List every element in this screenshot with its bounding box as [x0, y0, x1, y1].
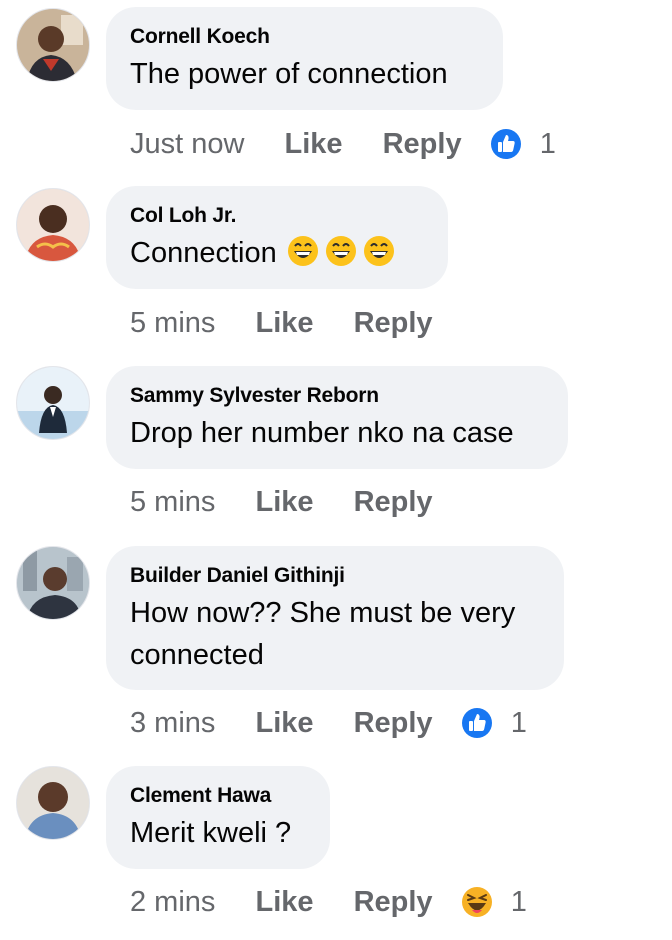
comment-text: The power of connection [130, 58, 448, 90]
comment-author[interactable]: Clement Hawa [130, 783, 306, 809]
comment-author[interactable]: Builder Daniel Githinji [130, 563, 540, 589]
like-button[interactable]: Like [255, 305, 313, 341]
avatar[interactable] [16, 188, 90, 262]
reaction-count[interactable]: 1 [511, 884, 527, 920]
reply-button[interactable]: Reply [354, 884, 433, 920]
comment-timestamp[interactable]: 2 mins [130, 884, 215, 920]
avatar[interactable] [16, 766, 90, 840]
like-button[interactable]: Like [255, 484, 313, 520]
comment-timestamp[interactable]: 5 mins [130, 484, 215, 520]
avatar-photo [17, 547, 89, 619]
like-icon[interactable] [461, 707, 493, 739]
comment-bubble: Builder Daniel Githinji How now?? She mu… [106, 546, 564, 690]
comment-actions: 3 mins Like Reply 1 [130, 704, 527, 741]
comment-timestamp[interactable]: 3 mins [130, 705, 215, 741]
comment-timestamp[interactable]: Just now [130, 126, 244, 162]
avatar[interactable] [16, 546, 90, 620]
comment-bubble: Col Loh Jr. Connection [106, 186, 448, 289]
comment-author[interactable]: Col Loh Jr. [130, 203, 424, 229]
comment-actions: Just now Like Reply 1 [130, 125, 556, 162]
like-button[interactable]: Like [285, 126, 343, 162]
comment-actions: 5 mins Like Reply [130, 304, 433, 341]
reply-button[interactable]: Reply [354, 484, 433, 520]
comment-text: Drop her number nko na case [130, 417, 514, 449]
reply-button[interactable]: Reply [383, 126, 462, 162]
avatar-photo [17, 9, 89, 81]
avatar-photo [17, 767, 89, 839]
reaction-count[interactable]: 1 [540, 126, 556, 162]
avatar[interactable] [16, 8, 90, 82]
comment-text-label: Connection [130, 237, 277, 269]
comment-actions: 5 mins Like Reply [130, 483, 433, 520]
comment-author[interactable]: Cornell Koech [130, 24, 479, 50]
comment-author[interactable]: Sammy Sylvester Reborn [130, 383, 544, 409]
avatar-photo [17, 189, 89, 261]
grinning-face-icon [325, 235, 357, 267]
reply-button[interactable]: Reply [354, 305, 433, 341]
comment-bubble: Clement Hawa Merit kweli ? [106, 766, 330, 869]
comment-bubble: Sammy Sylvester Reborn Drop her number n… [106, 366, 568, 469]
haha-icon[interactable] [461, 886, 493, 918]
comment-timestamp[interactable]: 5 mins [130, 305, 215, 341]
avatar[interactable] [16, 366, 90, 440]
grinning-face-icon [287, 235, 319, 267]
comment-text: Merit kweli ? [130, 817, 292, 849]
like-button[interactable]: Like [255, 705, 313, 741]
like-button[interactable]: Like [255, 884, 313, 920]
reaction-count[interactable]: 1 [511, 705, 527, 741]
grinning-face-icon [363, 235, 395, 267]
comment-text: Connection [130, 232, 424, 274]
comment-text: How now?? She must be very connected [130, 597, 516, 671]
like-icon[interactable] [490, 128, 522, 160]
avatar-photo [17, 367, 89, 439]
comment-actions: 2 mins Like Reply 1 [130, 883, 527, 920]
reply-button[interactable]: Reply [354, 705, 433, 741]
comment-bubble: Cornell Koech The power of connection [106, 7, 503, 110]
